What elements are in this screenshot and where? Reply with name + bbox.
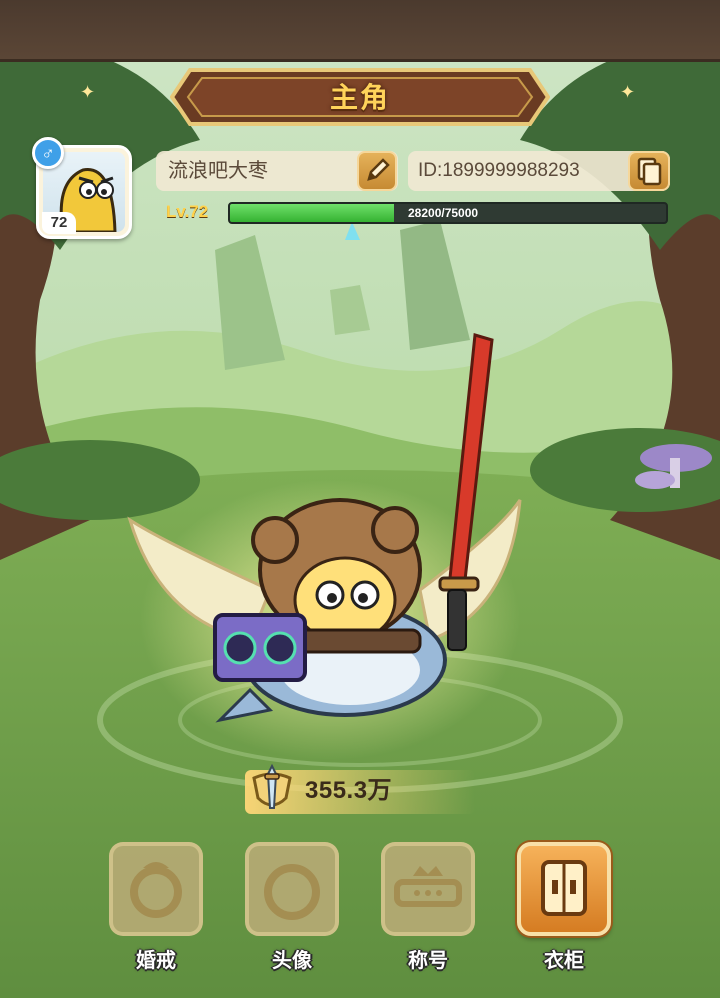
player-name: 流浪吧大枣 [168, 160, 268, 182]
edit-name-button[interactable] [357, 151, 397, 191]
pencil-icon [367, 158, 390, 181]
copy-id-button[interactable] [628, 151, 670, 191]
menu-label-ring: 婚戒 [136, 950, 176, 972]
ring-icon [130, 862, 182, 918]
page-title: 主角 [329, 82, 390, 113]
xp-progress-bar: 28200/75000 [228, 202, 668, 224]
menu-ring-button[interactable]: 婚戒 [109, 842, 203, 972]
avatar-level-badge: 72 [42, 212, 76, 234]
player-level: Lv.72 [166, 202, 209, 221]
copy-icon [637, 157, 662, 186]
title-plate: 主角 [170, 62, 550, 132]
combat-power: 355.3万 [305, 777, 393, 804]
player-id: ID:1899999988293 [418, 160, 580, 181]
sparkle-icon: ✦ [620, 82, 636, 102]
wardrobe-tile [517, 842, 611, 936]
xp-progress-fill [230, 204, 394, 222]
wardrobe-icon [541, 860, 587, 916]
title-tile [381, 842, 475, 936]
menu-title-button[interactable]: 称号 [381, 842, 475, 972]
ring-tile [109, 842, 203, 936]
menu-wardrobe-button[interactable]: 衣柜 [517, 842, 611, 972]
menu-label-title: 称号 [408, 950, 448, 972]
sword-shield-icon [252, 763, 292, 809]
menu-avatar-button[interactable]: 头像 [245, 842, 339, 972]
crown-title-icon [394, 866, 462, 907]
avatar-frame-icon [264, 864, 320, 920]
top-bar [0, 0, 720, 62]
menu-label-avatar: 头像 [272, 950, 312, 972]
menu-label-wardrobe: 衣柜 [544, 950, 584, 972]
hero-character [127, 333, 522, 723]
xp-text: 28200/75000 [408, 206, 479, 220]
sparkle-icon: ✦ [80, 82, 96, 102]
avatar-tile [245, 842, 339, 936]
male-gender-icon: ♂ [32, 137, 64, 169]
